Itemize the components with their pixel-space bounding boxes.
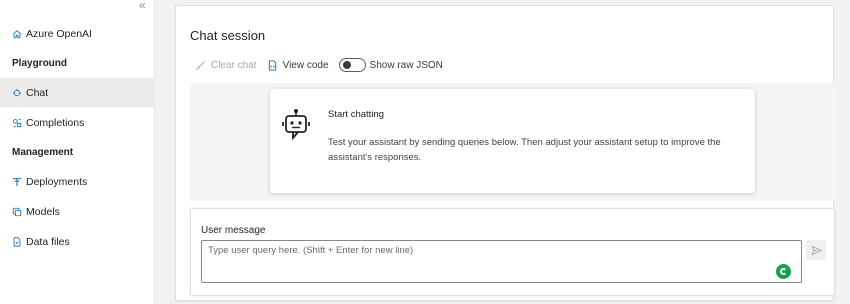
sidebar-item-label: Completions [26, 116, 85, 129]
data-files-icon [12, 236, 22, 247]
sidebar-item-data-files[interactable]: Data files [0, 227, 155, 256]
sidebar-item-azure-openai[interactable]: Azure OpenAI [0, 19, 155, 48]
chat-toolbar: Clear chat View code Show raw JSON [195, 58, 443, 72]
view-code-label: View code [282, 59, 329, 71]
view-code-button[interactable]: View code [267, 60, 329, 71]
chat-icon [12, 88, 22, 98]
section-label-playground: Playground [12, 58, 68, 69]
chat-session-panel: Chat session Clear chat View code Show r… [175, 5, 835, 301]
collapse-sidebar-icon[interactable]: « [139, 0, 146, 11]
code-file-icon [268, 59, 276, 71]
broom-icon [195, 60, 205, 70]
toggle-knob [342, 61, 351, 69]
sidebar-item-label: Data files [26, 235, 70, 248]
sidebar-item-chat[interactable]: Chat [0, 78, 155, 107]
start-chatting-title: Start chatting [328, 109, 384, 120]
sidebar-item-label: Models [26, 205, 60, 218]
sidebar: « Azure OpenAI Playground Chat Completio… [0, 0, 155, 304]
send-icon [811, 245, 822, 255]
sidebar-item-label: Chat [26, 86, 49, 99]
chat-history-area: Start chatting Test your assistant by se… [190, 83, 835, 201]
user-message-panel: User message [190, 208, 835, 296]
start-chatting-card: Start chatting Test your assistant by se… [270, 89, 755, 193]
user-message-input[interactable] [201, 240, 802, 283]
show-raw-json-toggle[interactable] [338, 58, 366, 72]
clear-chat-label: Clear chat [211, 59, 257, 71]
sidebar-item-deployments[interactable]: Deployments [0, 167, 155, 196]
sidebar-item-label: Deployments [26, 175, 88, 188]
section-label-management: Management [12, 147, 74, 158]
sidebar-item-completions[interactable]: Completions [0, 108, 155, 137]
show-raw-json-label: Show raw JSON [369, 59, 443, 71]
bot-icon [282, 109, 310, 141]
models-icon [12, 207, 22, 217]
user-message-label: User message [201, 225, 266, 236]
grammarly-icon[interactable] [776, 264, 791, 279]
sidebar-item-label: Azure OpenAI [26, 27, 92, 40]
completions-icon [12, 118, 22, 128]
page-title: Chat session [190, 28, 266, 43]
send-button[interactable] [806, 240, 826, 260]
clear-chat-button[interactable]: Clear chat [195, 60, 257, 71]
start-chatting-description: Test your assistant by sending queries b… [328, 137, 721, 163]
home-icon [12, 29, 22, 39]
deployments-icon [12, 177, 22, 187]
sidebar-item-models[interactable]: Models [0, 197, 155, 226]
